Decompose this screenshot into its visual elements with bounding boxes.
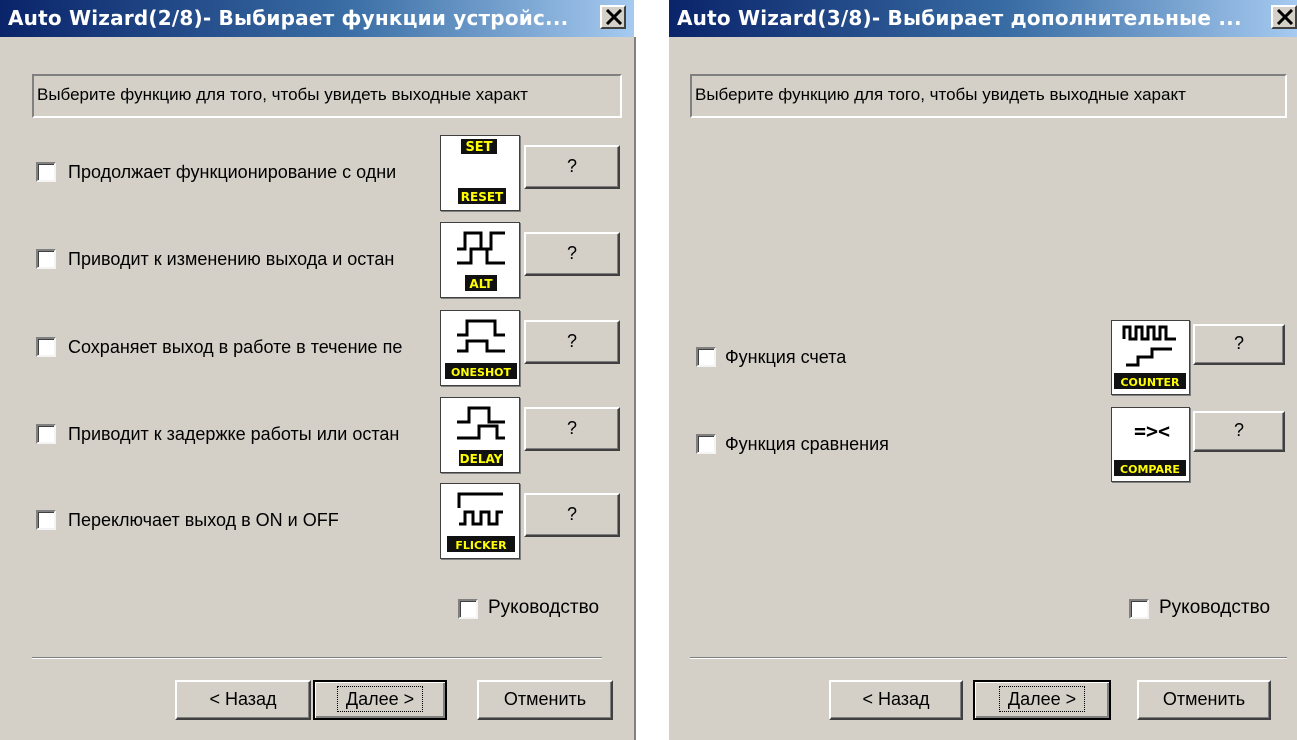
dialog-shadow — [634, 37, 636, 740]
close-icon — [1276, 9, 1294, 25]
option-checkbox[interactable] — [36, 424, 56, 444]
option-label[interactable]: Функция счета — [725, 347, 1095, 368]
svg-text:ALT: ALT — [469, 277, 493, 291]
option-checkbox[interactable] — [36, 337, 56, 357]
window-title: Auto Wizard(3/8)- Выбирает дополнительны… — [677, 6, 1242, 30]
guide-label[interactable]: Руководство — [488, 597, 599, 619]
close-icon — [605, 9, 623, 25]
separator — [690, 657, 1287, 659]
set-reset-icon: SET RESET — [440, 135, 520, 211]
oneshot-icon: ONESHOT — [440, 310, 520, 386]
option-checkbox[interactable] — [696, 347, 716, 367]
option-row-set-reset: Продолжает функционирование с одни SET R… — [0, 133, 634, 211]
option-label[interactable]: Приводит к изменению выхода и остан — [68, 249, 438, 270]
next-button[interactable]: Далее > — [313, 680, 447, 720]
gutter — [634, 0, 669, 740]
option-label[interactable]: Сохраняет выход в работе в течение пе — [68, 337, 438, 358]
wizard-dialog-step-3: Auto Wizard(3/8)- Выбирает дополнительны… — [669, 0, 1297, 740]
guide-checkbox[interactable] — [1129, 599, 1149, 619]
next-button-label: Далее > — [336, 686, 424, 712]
svg-text:SET: SET — [465, 140, 492, 155]
svg-text:RESET: RESET — [461, 190, 504, 204]
help-button[interactable]: ? — [1193, 411, 1285, 452]
guide-checkbox[interactable] — [458, 599, 478, 619]
option-row-delay: Приводит к задержке работы или остан DEL… — [0, 395, 634, 473]
delay-icon: DELAY — [440, 397, 520, 473]
back-button[interactable]: < Назад — [175, 680, 311, 720]
help-button[interactable]: ? — [524, 493, 620, 537]
flicker-icon: FLICKER — [440, 483, 520, 559]
option-row-flicker: Переключает выход в ON и OFF FLICKER ? — [0, 481, 634, 559]
option-row-oneshot: Сохраняет выход в работе в течение пе ON… — [0, 308, 634, 386]
help-button[interactable]: ? — [524, 320, 620, 364]
next-button-label: Далее > — [998, 686, 1086, 712]
svg-text:ONESHOT: ONESHOT — [451, 366, 512, 379]
svg-text:COMPARE: COMPARE — [1120, 463, 1180, 476]
svg-text:FLICKER: FLICKER — [455, 539, 507, 552]
window-title: Auto Wizard(2/8)- Выбирает функции устро… — [8, 6, 569, 30]
instruction-text: Выберите функцию для того, чтобы увидеть… — [690, 74, 1287, 118]
title-bar[interactable]: Auto Wizard(2/8)- Выбирает функции устро… — [0, 0, 634, 37]
svg-text:COUNTER: COUNTER — [1120, 376, 1180, 389]
alt-icon: ALT — [440, 222, 520, 298]
option-label[interactable]: Переключает выход в ON и OFF — [68, 510, 438, 531]
title-bar[interactable]: Auto Wizard(3/8)- Выбирает дополнительны… — [669, 0, 1297, 37]
guide-label[interactable]: Руководство — [1159, 597, 1270, 619]
option-label[interactable]: Приводит к задержке работы или остан — [68, 424, 438, 445]
counter-icon: COUNTER — [1111, 320, 1190, 395]
option-label[interactable]: Функция сравнения — [725, 434, 1095, 455]
back-button[interactable]: < Назад — [829, 680, 963, 720]
help-button[interactable]: ? — [524, 407, 620, 451]
cancel-button[interactable]: Отменить — [477, 680, 613, 720]
option-row-alt: Приводит к изменению выхода и остан ALT … — [0, 220, 634, 298]
svg-text:=><: =>< — [1134, 419, 1170, 443]
next-button[interactable]: Далее > — [973, 680, 1111, 720]
cancel-button[interactable]: Отменить — [1137, 680, 1271, 720]
svg-text:DELAY: DELAY — [460, 452, 503, 466]
option-label[interactable]: Продолжает функционирование с одни — [68, 162, 438, 183]
separator — [32, 657, 602, 659]
option-checkbox[interactable] — [36, 510, 56, 530]
option-checkbox[interactable] — [696, 434, 716, 454]
option-row-counter: Функция счета COUNTER ? — [669, 318, 1297, 396]
help-button[interactable]: ? — [524, 232, 620, 276]
instruction-text: Выберите функцию для того, чтобы увидеть… — [32, 74, 622, 118]
help-button[interactable]: ? — [1193, 324, 1285, 365]
close-button[interactable] — [1271, 5, 1297, 29]
help-button[interactable]: ? — [524, 145, 620, 189]
option-checkbox[interactable] — [36, 249, 56, 269]
option-row-compare: Функция сравнения =>< COMPARE ? — [669, 405, 1297, 483]
compare-icon: =>< COMPARE — [1111, 407, 1190, 482]
wizard-dialog-step-2: Auto Wizard(2/8)- Выбирает функции устро… — [0, 0, 634, 740]
close-button[interactable] — [600, 5, 626, 29]
option-checkbox[interactable] — [36, 162, 56, 182]
